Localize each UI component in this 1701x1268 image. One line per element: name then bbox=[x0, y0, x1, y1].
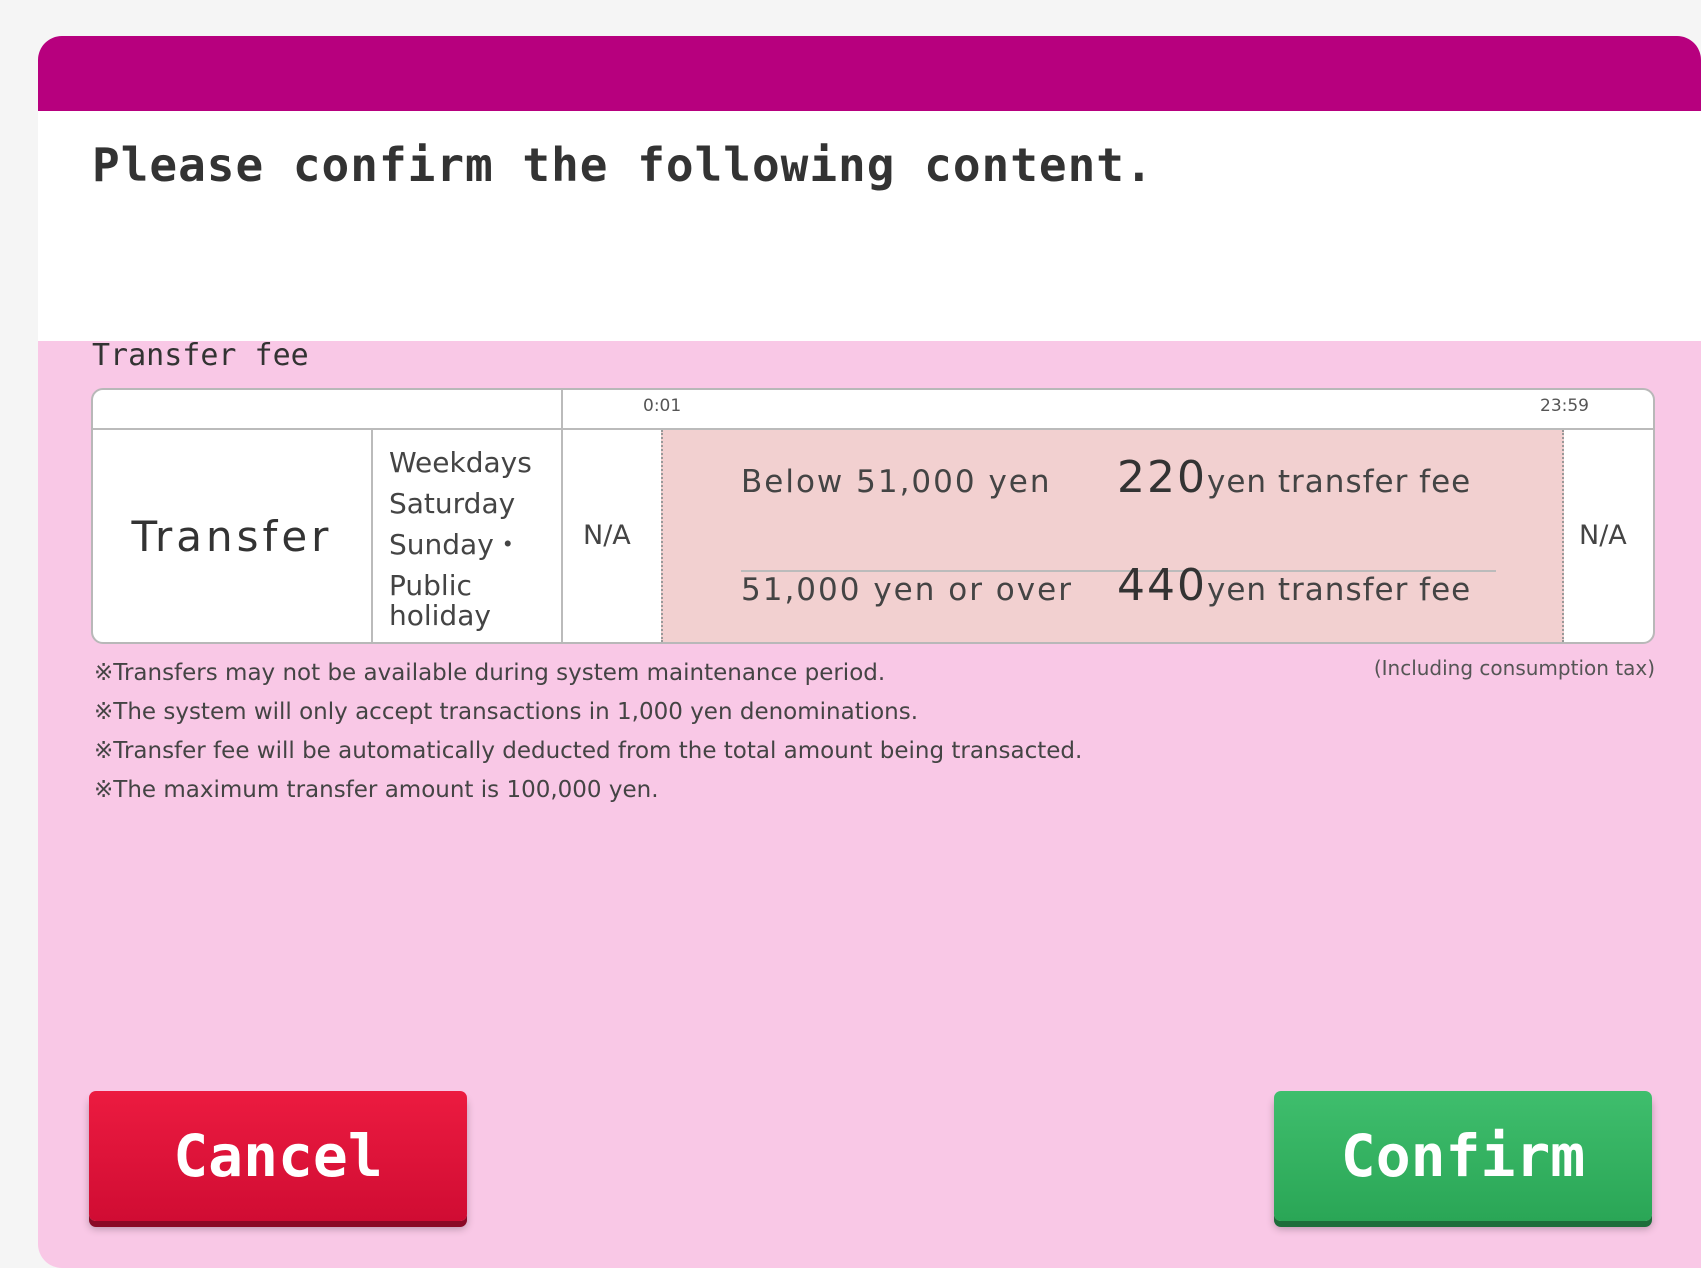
fee-amount: 440 bbox=[1117, 560, 1207, 611]
day-label: Weekdays bbox=[389, 446, 532, 479]
before-hours-na: N/A bbox=[583, 520, 631, 551]
page-title: Please confirm the following content. bbox=[92, 138, 1154, 192]
fee-unit: yen transfer fee bbox=[1206, 464, 1472, 500]
time-end-label: 23:59 bbox=[1540, 396, 1589, 416]
fee-tier-row: Below 51,000 yen 220 yen transfer fee bbox=[741, 452, 1471, 503]
fee-tier-row: 51,000 yen or over 440 yen transfer fee bbox=[741, 560, 1471, 611]
column-divider bbox=[371, 430, 373, 642]
after-hours-na: N/A bbox=[1579, 520, 1627, 551]
column-divider bbox=[561, 390, 563, 642]
applicable-days: Weekdays Saturday Sunday・ Public holiday bbox=[389, 442, 532, 631]
dialog-panel: Please confirm the following content. Tr… bbox=[38, 36, 1701, 1268]
time-start-marker bbox=[661, 430, 663, 642]
service-name: Transfer bbox=[131, 511, 333, 561]
tax-note: (Including consumption tax) bbox=[1373, 656, 1655, 680]
note-item: ※Transfers may not be available during s… bbox=[94, 660, 886, 686]
fee-amount: 220 bbox=[1117, 452, 1207, 503]
transfer-fee-label: Transfer fee bbox=[92, 338, 309, 373]
top-bar bbox=[38, 36, 1701, 111]
note-item: ※The system will only accept transaction… bbox=[94, 699, 919, 725]
day-label: Sunday・ bbox=[389, 528, 522, 561]
note-item: ※The maximum transfer amount is 100,000 … bbox=[94, 777, 659, 803]
time-start-label: 0:01 bbox=[643, 396, 682, 416]
confirm-button[interactable]: Confirm bbox=[1274, 1091, 1652, 1221]
cancel-button[interactable]: Cancel bbox=[89, 1091, 467, 1221]
fee-condition: Below 51,000 yen bbox=[741, 464, 1052, 500]
day-label: Public bbox=[389, 569, 472, 602]
day-label: Saturday bbox=[389, 487, 516, 520]
fee-unit: yen transfer fee bbox=[1206, 572, 1472, 608]
day-label: holiday bbox=[389, 599, 491, 632]
time-end-marker bbox=[1562, 430, 1564, 642]
fee-condition: 51,000 yen or over bbox=[741, 572, 1073, 608]
note-item: ※Transfer fee will be automatically dedu… bbox=[94, 738, 1083, 764]
fee-table: 0:01 23:59 Transfer Weekdays Saturday Su… bbox=[91, 388, 1655, 644]
notes-list: ※Transfers may not be available during s… bbox=[94, 654, 1082, 810]
